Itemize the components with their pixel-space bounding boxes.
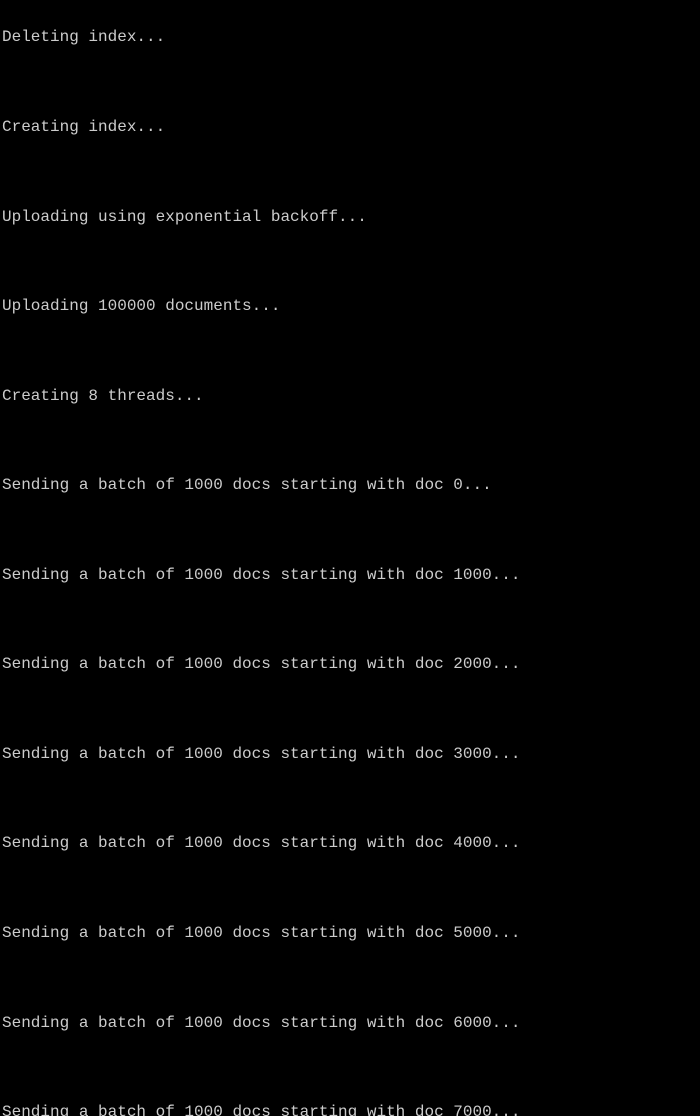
terminal-line xyxy=(2,71,698,93)
terminal-line: Sending a batch of 1000 docs starting wi… xyxy=(2,832,698,854)
terminal-line: Sending a batch of 1000 docs starting wi… xyxy=(2,474,698,496)
terminal-line: Sending a batch of 1000 docs starting wi… xyxy=(2,653,698,675)
terminal-line: Sending a batch of 1000 docs starting wi… xyxy=(2,1012,698,1034)
terminal-line: Sending a batch of 1000 docs starting wi… xyxy=(2,564,698,586)
terminal-line: Creating index... xyxy=(2,116,698,138)
terminal-line: Sending a batch of 1000 docs starting wi… xyxy=(2,1101,698,1116)
terminal-line xyxy=(2,429,698,451)
terminal-line: Uploading 100000 documents... xyxy=(2,295,698,317)
terminal-line xyxy=(2,340,698,362)
terminal-line: Uploading using exponential backoff... xyxy=(2,206,698,228)
terminal-line: Deleting index... xyxy=(2,26,698,48)
terminal-output: Deleting index... Creating index... Uplo… xyxy=(2,4,698,1116)
terminal-line xyxy=(2,609,698,631)
terminal-line: Sending a batch of 1000 docs starting wi… xyxy=(2,743,698,765)
terminal-line xyxy=(2,519,698,541)
terminal-line: Creating 8 threads... xyxy=(2,385,698,407)
terminal-line xyxy=(2,788,698,810)
terminal-line xyxy=(2,1056,698,1078)
terminal-line xyxy=(2,250,698,272)
terminal-line xyxy=(2,967,698,989)
terminal-line xyxy=(2,877,698,899)
terminal-line xyxy=(2,161,698,183)
terminal-line: Sending a batch of 1000 docs starting wi… xyxy=(2,922,698,944)
terminal-line xyxy=(2,698,698,720)
